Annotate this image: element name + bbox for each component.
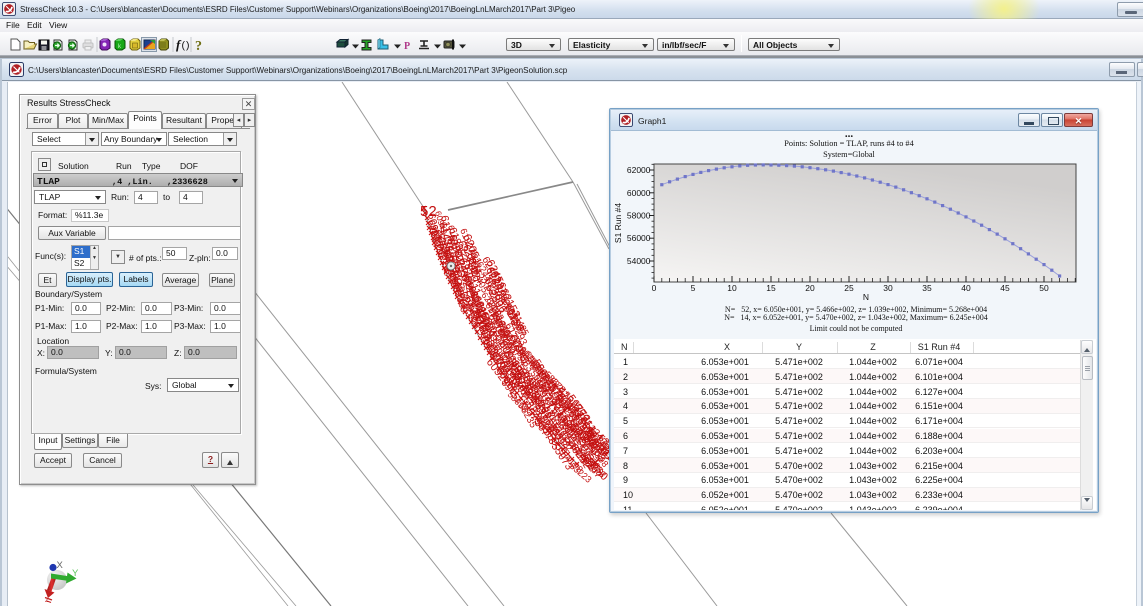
svg-text:56000: 56000 bbox=[627, 233, 651, 243]
svg-text:40: 40 bbox=[961, 283, 971, 293]
svg-text:20: 20 bbox=[805, 283, 815, 293]
svg-text:0: 0 bbox=[652, 283, 657, 293]
svg-text:System=Global: System=Global bbox=[823, 150, 875, 159]
svg-text:X: X bbox=[57, 560, 64, 571]
svg-text:?: ? bbox=[195, 39, 202, 54]
svg-text:52: 52 bbox=[420, 203, 437, 220]
svg-text:N= 14, x= 6.052e+001, y= 5.4: N= 14, x= 6.052e+001, y= 5.470e+002, z= … bbox=[724, 313, 987, 322]
svg-text:25: 25 bbox=[844, 283, 854, 293]
svg-text:50: 50 bbox=[1039, 283, 1049, 293]
svg-text:30: 30 bbox=[883, 283, 893, 293]
svg-text:54000: 54000 bbox=[627, 256, 651, 266]
svg-text:5: 5 bbox=[691, 283, 696, 293]
svg-text:S1 Run #4: S1 Run #4 bbox=[614, 203, 623, 243]
svg-text:): ) bbox=[186, 40, 190, 52]
svg-text:N: N bbox=[863, 292, 869, 302]
svg-text:35: 35 bbox=[922, 283, 932, 293]
svg-text:Points: Solution = TLAP, runs: Points: Solution = TLAP, runs #4 to #4 bbox=[784, 139, 914, 148]
svg-text:45: 45 bbox=[1000, 283, 1010, 293]
svg-text:z: z bbox=[45, 597, 49, 604]
svg-text:(: ( bbox=[182, 40, 186, 52]
svg-text:P: P bbox=[404, 41, 410, 52]
svg-text:Y: Y bbox=[72, 568, 79, 579]
svg-text:62000: 62000 bbox=[627, 165, 651, 175]
svg-text:58000: 58000 bbox=[627, 211, 651, 221]
svg-text:10: 10 bbox=[727, 283, 737, 293]
svg-text:15: 15 bbox=[766, 283, 776, 293]
svg-text:60000: 60000 bbox=[627, 188, 651, 198]
svg-text:Limit could not be computed: Limit could not be computed bbox=[810, 324, 903, 333]
